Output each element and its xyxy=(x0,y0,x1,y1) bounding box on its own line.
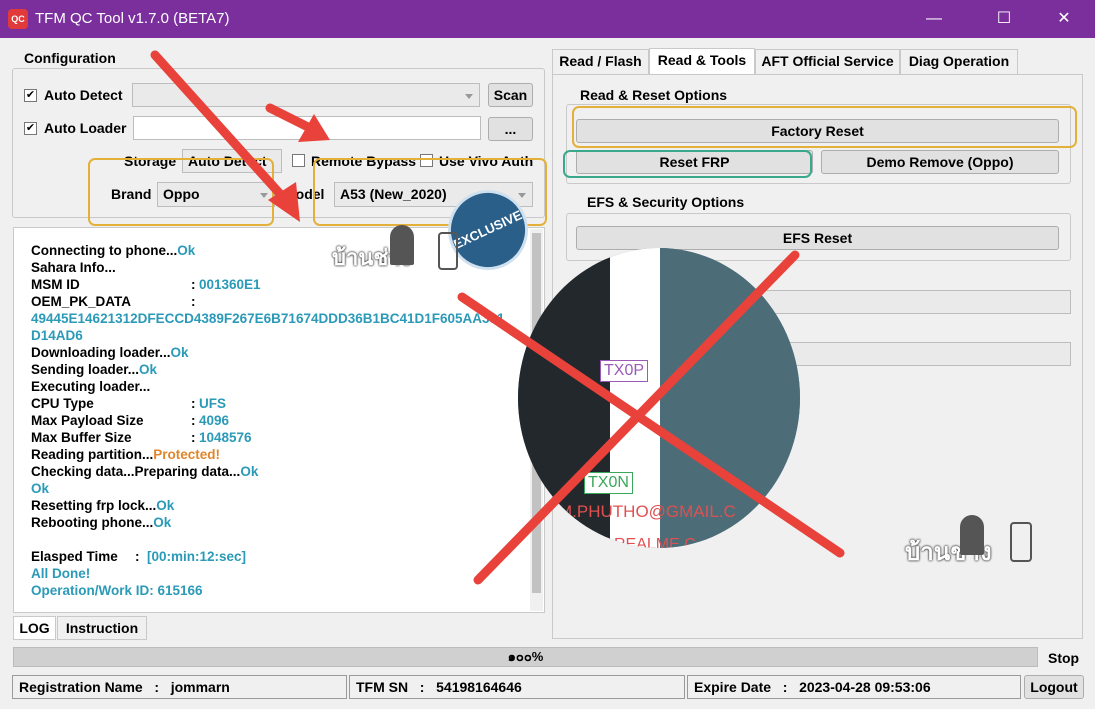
log-line: Reading partition...Protected! xyxy=(31,447,221,462)
log-line: D14AD6 xyxy=(31,328,83,343)
demo-remove-oppo-button[interactable]: Demo Remove (Oppo) xyxy=(821,150,1059,174)
log-line: Ok xyxy=(31,481,50,496)
efs-reset-button[interactable]: EFS Reset xyxy=(576,226,1059,250)
auto-detect-checkbox[interactable]: ✔ xyxy=(24,89,37,102)
log-line: MSM ID:001360E1 xyxy=(31,277,261,292)
read-reset-options-title: Read & Reset Options xyxy=(580,87,728,103)
auto-loader-path-field[interactable] xyxy=(133,116,481,140)
tab-log[interactable]: LOG xyxy=(13,616,56,640)
log-line: 49445E14621312DFECCD4389F267E6B71674DDD3… xyxy=(31,311,505,326)
scrollbar-thumb[interactable] xyxy=(532,233,541,593)
log-line: Connecting to phone...Ok xyxy=(31,243,196,258)
title-bar: QC TFM QC Tool v1.7.0 (BETA7) — ☐ ✕ xyxy=(0,0,1095,38)
browse-loader-button[interactable]: ... xyxy=(488,117,533,141)
tfm-sn-status: TFM SN : 54198164646 xyxy=(349,675,685,699)
app-icon: QC xyxy=(8,9,28,29)
configuration-title: Configuration xyxy=(24,50,116,66)
other-option-button-2[interactable] xyxy=(566,342,1071,366)
log-line: Downloading loader...Ok xyxy=(31,345,189,360)
log-line: Sending loader...Ok xyxy=(31,362,158,377)
scan-button[interactable]: Scan xyxy=(488,83,533,107)
close-button[interactable]: ✕ xyxy=(1041,0,1087,38)
log-line: Executing loader... xyxy=(31,379,151,394)
log-line: Checking data...Preparing data...Ok xyxy=(31,464,259,479)
window-title: TFM QC Tool v1.7.0 (BETA7) xyxy=(35,10,230,27)
remote-bypass-checkbox[interactable] xyxy=(292,154,305,167)
progress-bar: ๑๐๐% xyxy=(13,647,1038,667)
reset-frp-highlight-box xyxy=(563,150,812,178)
other-options-title: S xyxy=(580,270,590,286)
auto-loader-label: Auto Loader xyxy=(44,120,127,136)
log-panel: Connecting to phone...Ok Sahara Info... … xyxy=(13,227,545,613)
log-line: OEM_PK_DATA: xyxy=(31,294,196,309)
stop-button[interactable]: Stop xyxy=(1048,650,1079,666)
auto-loader-checkbox[interactable]: ✔ xyxy=(24,122,37,135)
log-line: Operation/Work ID: 615166 xyxy=(31,583,203,598)
tab-diag-operation[interactable]: Diag Operation xyxy=(900,49,1018,74)
log-line: Max Payload Size:4096 xyxy=(31,413,230,428)
logout-button[interactable]: Logout xyxy=(1024,675,1084,699)
log-line: Rebooting phone...Ok xyxy=(31,515,172,530)
maximize-button[interactable]: ☐ xyxy=(981,0,1027,38)
log-line: Elasped Time: [00:min:12:sec] xyxy=(31,549,247,564)
model-highlight-box xyxy=(313,158,547,226)
expire-date-status: Expire Date : 2023-04-28 09:53:06 xyxy=(687,675,1021,699)
other-option-button-1[interactable] xyxy=(566,290,1071,314)
registration-name-status: Registration Name : jommarn xyxy=(12,675,347,699)
log-line: All Done! xyxy=(31,566,91,581)
tab-read-tools[interactable]: Read & Tools xyxy=(649,48,755,75)
minimize-button[interactable]: — xyxy=(911,0,957,38)
auto-detect-select[interactable] xyxy=(132,83,480,107)
progress-label: ๑๐๐% xyxy=(507,649,544,664)
log-line: CPU Type: UFS xyxy=(31,396,226,411)
auto-detect-label: Auto Detect xyxy=(44,87,123,103)
tab-instruction[interactable]: Instruction xyxy=(57,616,147,640)
log-line: Resetting frp lock...Ok xyxy=(31,498,175,513)
chevron-down-icon xyxy=(465,94,473,99)
log-line: Max Buffer Size:1048576 xyxy=(31,430,252,445)
brand-highlight-box xyxy=(88,158,274,226)
log-scrollbar[interactable] xyxy=(530,229,543,611)
tab-read-flash[interactable]: Read / Flash xyxy=(552,49,649,74)
tab-aft-official-service[interactable]: AFT Official Service xyxy=(755,49,900,74)
factory-reset-highlight-box xyxy=(572,106,1077,148)
efs-security-options-title: EFS & Security Options xyxy=(587,194,745,210)
log-line: Sahara Info... xyxy=(31,260,116,275)
